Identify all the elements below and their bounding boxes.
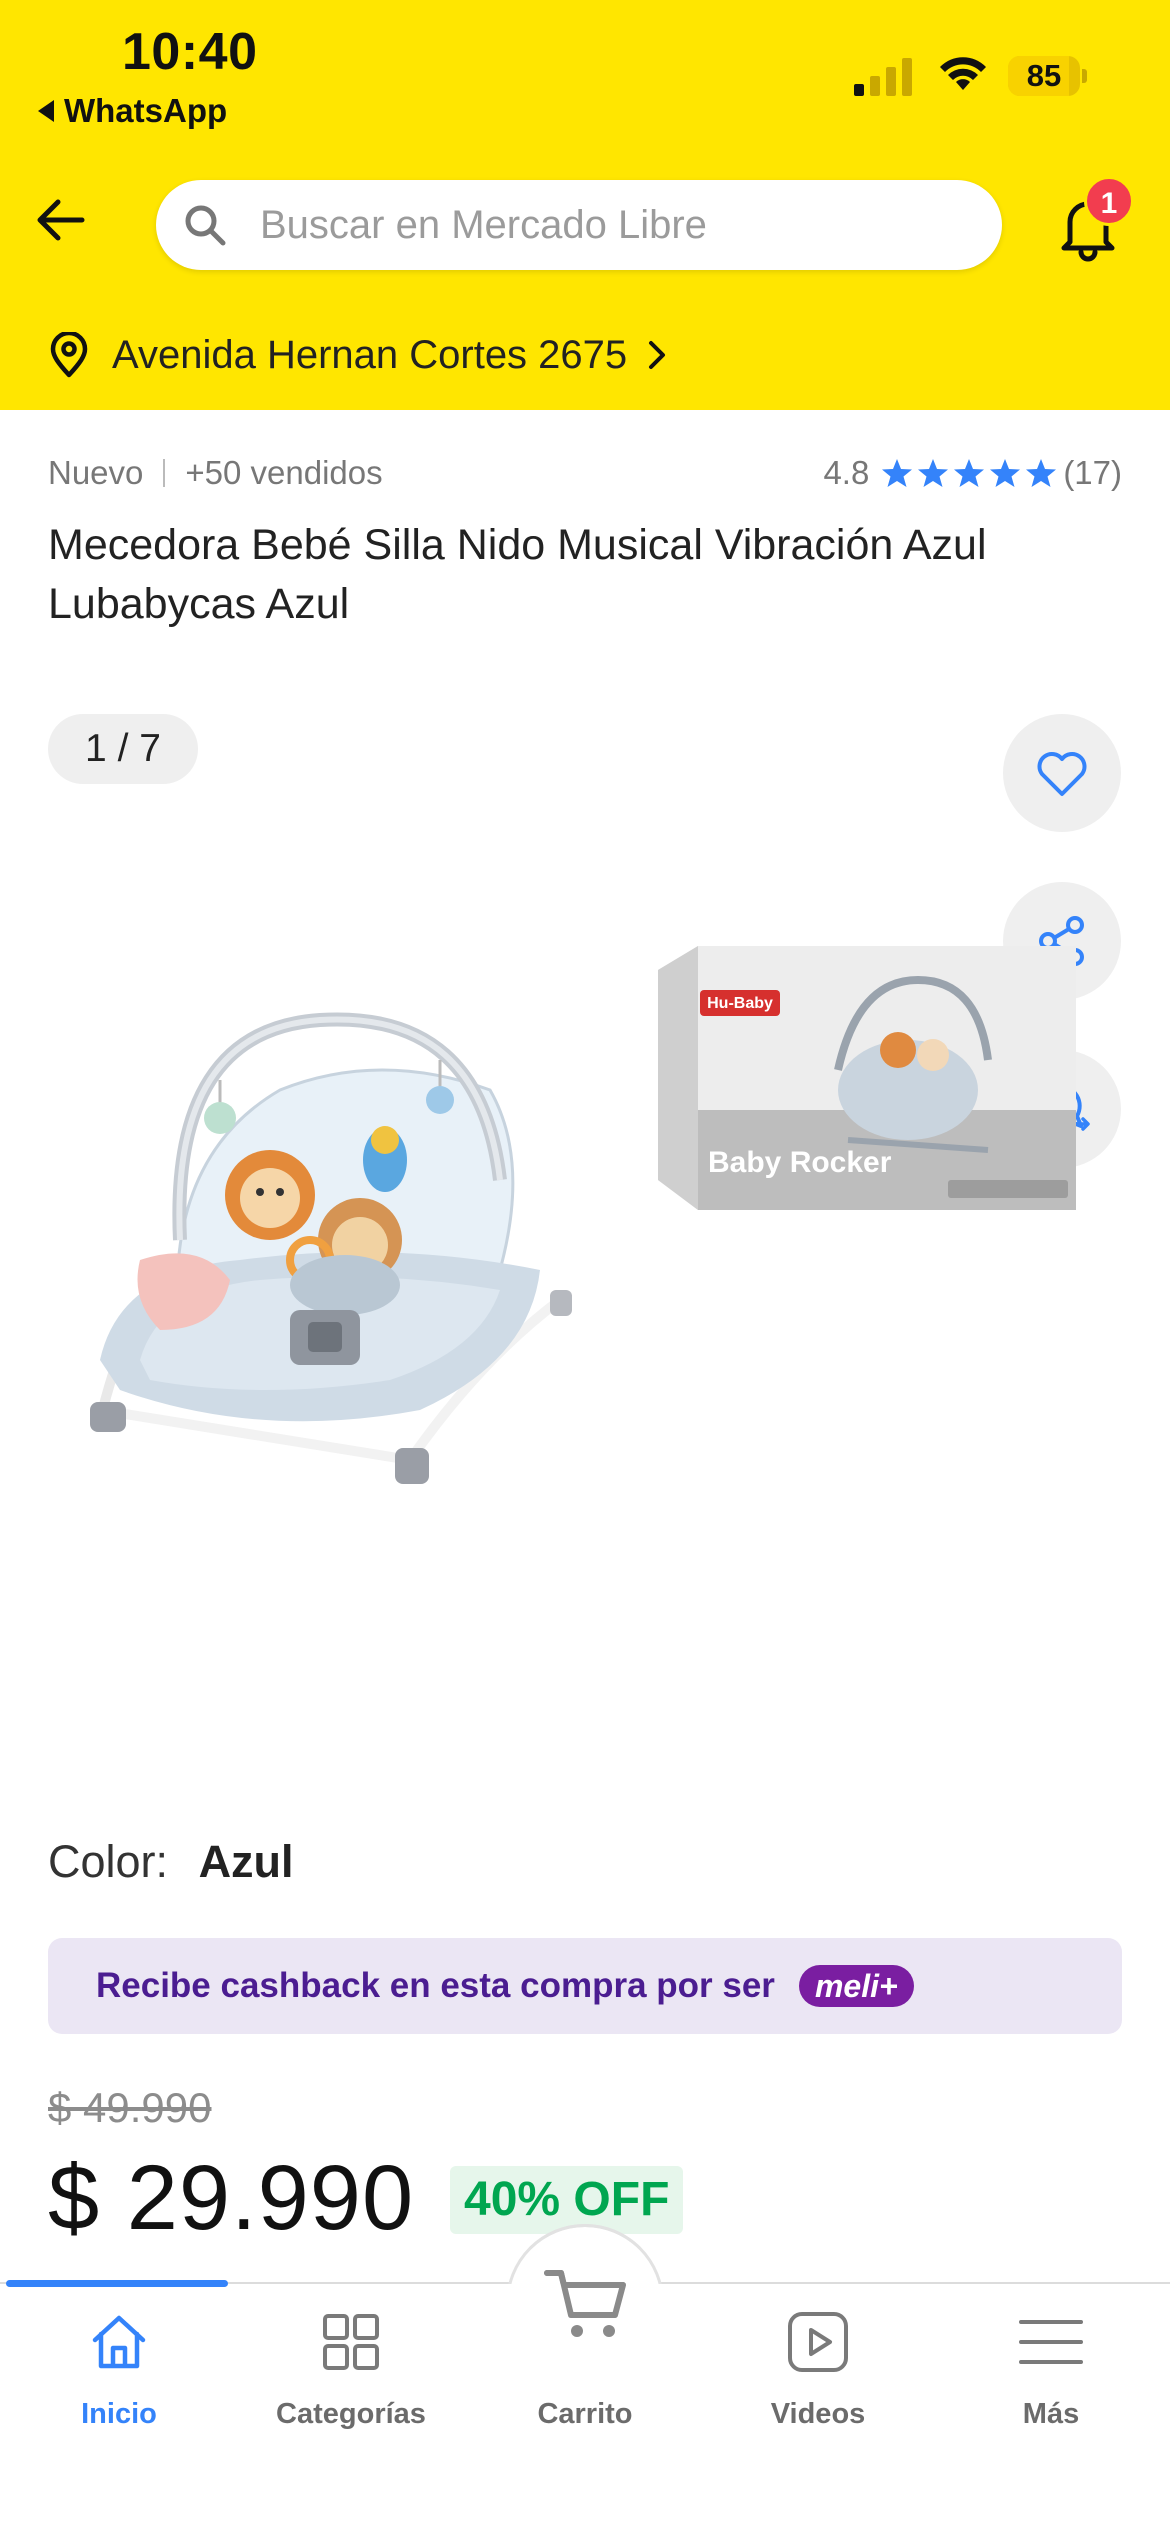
- search-input[interactable]: [260, 180, 960, 270]
- sold-count: +50 vendidos: [185, 454, 383, 491]
- current-price: $ 29.990: [48, 2147, 415, 2249]
- chevron-right-icon: [649, 341, 666, 369]
- cashback-text: Recibe cashback en esta compra por ser: [96, 1966, 775, 2005]
- discount-badge: 40% OFF: [450, 2166, 684, 2234]
- status-time: 10:40: [122, 23, 258, 81]
- meli-plus-badge: meli+: [798, 1965, 914, 2007]
- grid-icon: [323, 2314, 379, 2370]
- battery-indicator: 85: [1008, 56, 1087, 96]
- star-icon: [1026, 459, 1057, 487]
- nav-categorias[interactable]: Categorías: [234, 2310, 468, 2431]
- notification-badge: 1: [1084, 176, 1134, 226]
- menu-icon: [1019, 2320, 1083, 2364]
- search-bar[interactable]: [156, 180, 1002, 270]
- star-icon: [990, 459, 1021, 487]
- product-title: Mecedora Bebé Silla Nido Musical Vibraci…: [48, 521, 987, 628]
- rating-value: 4.8: [823, 454, 870, 491]
- back-triangle-icon: [38, 100, 54, 122]
- rating-stars: [881, 457, 1057, 489]
- cashback-banner[interactable]: Recibe cashback en esta compra por ser m…: [48, 1938, 1122, 2034]
- nav-label: Categorías: [276, 2398, 426, 2430]
- nav-carrito-label[interactable]: Carrito: [468, 2398, 702, 2431]
- header: 10:40 WhatsApp 85 1: [0, 0, 1170, 410]
- star-icon: [882, 459, 913, 487]
- battery-level: 85: [1026, 58, 1062, 93]
- color-selector[interactable]: Color: Azul: [48, 1836, 294, 1888]
- search-icon: [185, 205, 226, 246]
- condition-label: Nuevo: [48, 454, 144, 491]
- active-tab-indicator: [6, 2280, 228, 2287]
- star-icon: [954, 459, 985, 487]
- cellular-signal-icon: [854, 58, 912, 96]
- gallery-counter: 1 / 7: [48, 714, 198, 784]
- original-price: $ 49.990: [48, 2084, 212, 2131]
- nav-videos[interactable]: Videos: [701, 2310, 935, 2431]
- cart-button-ring: [506, 2224, 664, 2382]
- favorite-button[interactable]: [1003, 714, 1121, 832]
- wifi-icon: [940, 57, 986, 90]
- back-arrow-icon[interactable]: [30, 190, 90, 250]
- nav-mas[interactable]: Más: [934, 2310, 1168, 2431]
- play-icon: [788, 2312, 848, 2372]
- cart-icon: [544, 2270, 626, 2337]
- address-text: Avenida Hernan Cortes 2675: [112, 332, 628, 377]
- star-icon: [918, 459, 949, 487]
- product-main-image[interactable]: [60, 940, 600, 1500]
- back-app-label: WhatsApp: [64, 92, 228, 129]
- box-brand-text: Hu-Baby: [707, 995, 773, 1012]
- shipping-address[interactable]: Avenida Hernan Cortes 2675: [48, 325, 671, 385]
- color-label: Color:: [48, 1836, 169, 1887]
- nav-label: Más: [1022, 2398, 1080, 2430]
- rating-summary[interactable]: 4.8 (17): [823, 454, 1122, 492]
- nav-label: Videos: [770, 2398, 866, 2430]
- heart-icon: [1037, 752, 1087, 796]
- nav-inicio[interactable]: Inicio: [2, 2310, 236, 2431]
- back-to-app-link[interactable]: WhatsApp: [38, 92, 227, 130]
- nav-label: Inicio: [81, 2398, 157, 2430]
- home-icon: [92, 2315, 146, 2369]
- color-value: Azul: [198, 1836, 294, 1887]
- meta-divider: [163, 459, 166, 487]
- location-pin-icon: [50, 332, 88, 378]
- box-title-text: Baby Rocker: [708, 1146, 892, 1179]
- product-box-image[interactable]: Hu-Baby Baby Rocker: [658, 940, 1076, 1220]
- review-count: (17): [1063, 454, 1122, 491]
- product-meta: Nuevo +50 vendidos: [48, 454, 383, 492]
